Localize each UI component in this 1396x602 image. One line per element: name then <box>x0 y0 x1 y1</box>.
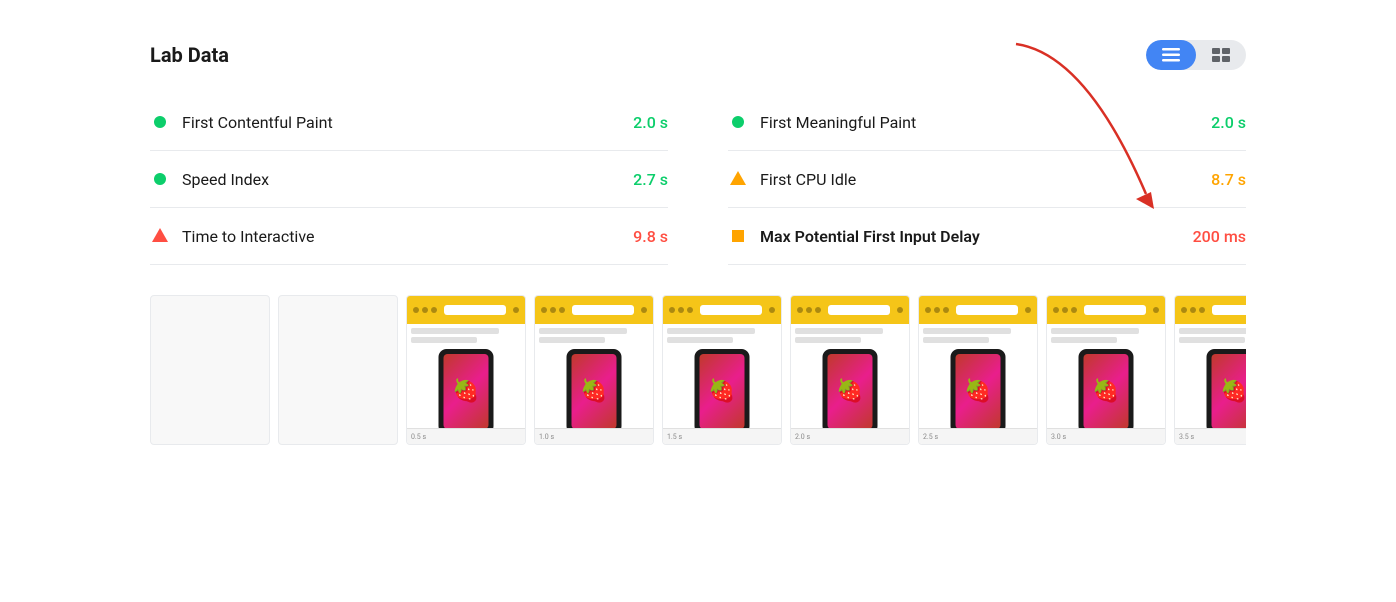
fci-label: First CPU Idle <box>760 170 1211 189</box>
grid-icon <box>1212 48 1230 62</box>
filmstrip-frame: 🍓 3.0 s <box>1046 295 1166 445</box>
fmp-label: First Meaningful Paint <box>760 113 1211 132</box>
mpfid-icon <box>728 226 748 246</box>
fci-value: 8.7 s <box>1211 170 1246 189</box>
metric-row: First CPU Idle 8.7 s <box>728 151 1246 208</box>
list-icon <box>1162 48 1180 62</box>
fci-icon <box>728 169 748 189</box>
filmstrip-frame: 🍓 2.0 s <box>790 295 910 445</box>
filmstrip-frame: 🍓 2.5 s <box>918 295 1038 445</box>
si-value: 2.7 s <box>633 170 668 189</box>
filmstrip-frame <box>278 295 398 445</box>
filmstrip-frame: 🍓 1.0 s <box>534 295 654 445</box>
fmp-value: 2.0 s <box>1211 113 1246 132</box>
fcp-icon <box>150 112 170 132</box>
si-label: Speed Index <box>182 170 633 189</box>
metric-row: Speed Index 2.7 s <box>150 151 668 208</box>
tti-label: Time to Interactive <box>182 227 633 246</box>
filmstrip: 🍓 0.5 s 🍓 1.0 <box>150 295 1246 445</box>
filmstrip-frame: 🍓 1.5 s <box>662 295 782 445</box>
metric-row: Max Potential First Input Delay 200 ms <box>728 208 1246 265</box>
list-view-button[interactable] <box>1146 40 1196 70</box>
metric-row: First Meaningful Paint 2.0 s <box>728 94 1246 151</box>
header-row: Lab Data <box>150 40 1246 70</box>
metrics-section: First Contentful Paint 2.0 s Speed Index… <box>150 94 1246 265</box>
grid-view-button[interactable] <box>1196 40 1246 70</box>
si-icon <box>150 169 170 189</box>
metrics-grid: First Contentful Paint 2.0 s Speed Index… <box>150 94 1246 265</box>
fcp-value: 2.0 s <box>633 113 668 132</box>
metrics-right-column: First Meaningful Paint 2.0 s First CPU I… <box>728 94 1246 265</box>
tti-value: 9.8 s <box>633 227 668 246</box>
metric-row: Time to Interactive 9.8 s <box>150 208 668 265</box>
filmstrip-frame <box>150 295 270 445</box>
page-title: Lab Data <box>150 43 229 67</box>
fmp-icon <box>728 112 748 132</box>
view-toggle <box>1146 40 1246 70</box>
tti-icon <box>150 226 170 246</box>
metric-row: First Contentful Paint 2.0 s <box>150 94 668 151</box>
mpfid-label: Max Potential First Input Delay <box>760 227 1193 246</box>
metrics-left-column: First Contentful Paint 2.0 s Speed Index… <box>150 94 668 265</box>
filmstrip-frame: 🍓 3.5 s <box>1174 295 1246 445</box>
filmstrip-frame: 🍓 0.5 s <box>406 295 526 445</box>
mpfid-value: 200 ms <box>1193 227 1246 246</box>
fcp-label: First Contentful Paint <box>182 113 633 132</box>
